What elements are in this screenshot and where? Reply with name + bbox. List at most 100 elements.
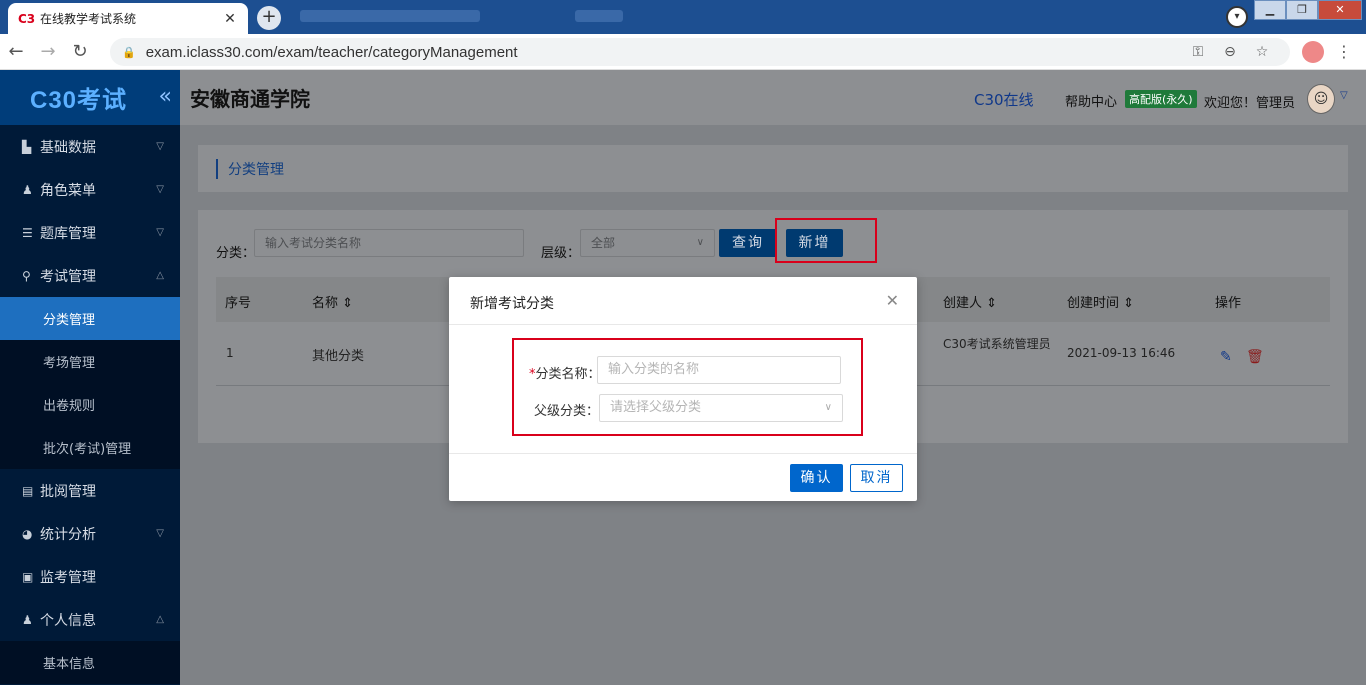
row-name: 其他分类 — [312, 349, 365, 364]
new-tab-button[interactable]: + — [257, 6, 281, 30]
blurred-tab[interactable] — [300, 10, 480, 22]
tab-close-icon[interactable]: ✕ — [222, 11, 238, 27]
chevron-down-icon: ▽ — [156, 528, 164, 539]
logo: C30考试 — [30, 87, 128, 114]
help-center-link[interactable]: 帮助中心 — [1065, 91, 1117, 110]
sidebar-item-question-bank[interactable]: ☰ 题库管理 ▽ — [0, 211, 180, 254]
parent-category-placeholder: 请选择父级分类 — [610, 400, 702, 415]
add-category-dialog: 新增考试分类 ✕ *分类名称： 输入分类的名称 父级分类： 请选择父级分类 ∨ … — [449, 277, 917, 501]
row-creator: C30考试系统管理员 — [943, 337, 1051, 351]
sidebar-item-label: 批阅管理 — [40, 483, 96, 500]
column-header-label: 名称 — [312, 296, 339, 311]
key-icon[interactable]: ⚿ — [1182, 44, 1214, 60]
person-icon: ♟ — [22, 612, 33, 627]
sidebar-item-personal-info[interactable]: ♟ 个人信息 △ — [0, 598, 180, 641]
minimize-button[interactable]: ▁ — [1254, 0, 1286, 20]
school-name: 安徽商通学院 — [190, 87, 310, 111]
sidebar-item-category-management[interactable]: 分类管理 — [0, 297, 180, 340]
top-header: 安徽商通学院 C30在线 帮助中心 高配版(永久) 欢迎您！管理员 ☺ ▽ — [180, 70, 1366, 125]
sidebar-item-label: 角色菜单 — [40, 182, 96, 199]
sidebar-item-label: 考试管理 — [40, 268, 96, 285]
sidebar-item-label: 基础数据 — [40, 139, 96, 156]
column-header-label: 创建时间 — [1067, 296, 1120, 311]
chevron-down-icon[interactable]: ▽ — [1340, 90, 1348, 101]
pin-icon: ⚲ — [22, 268, 31, 283]
column-header-label: 创建人 — [943, 296, 983, 311]
sidebar-item-exam-room[interactable]: 考场管理 — [0, 340, 180, 383]
sidebar-item-batch-management[interactable]: 批次(考试)管理 — [0, 426, 180, 469]
chevron-down-icon: ▽ — [156, 184, 164, 195]
chevron-down-icon: ▽ — [156, 141, 164, 152]
confirm-button[interactable]: 确认 — [790, 464, 843, 492]
sidebar-item-label: 个人信息 — [40, 612, 96, 629]
window-controls: ▁ ❐ ✕ — [1254, 0, 1362, 20]
sidebar-item-basic-data[interactable]: ▙ 基础数据 ▽ — [0, 125, 180, 168]
restore-button[interactable]: ❐ — [1286, 0, 1318, 20]
url-text[interactable]: exam.iclass30.com/exam/teacher/categoryM… — [146, 44, 1182, 61]
lock-icon: 🔒 — [122, 45, 136, 59]
category-name-label-text: 分类名称： — [535, 367, 601, 382]
address-bar[interactable]: 🔒 exam.iclass30.com/exam/teacher/categor… — [110, 38, 1290, 66]
chevron-down-icon: ∨ — [824, 402, 832, 413]
category-search-input[interactable]: 输入考试分类名称 — [254, 229, 524, 257]
sidebar-item-label: 题库管理 — [40, 225, 96, 242]
sidebar-item-proctoring[interactable]: ▣ 监考管理 — [0, 555, 180, 598]
star-icon[interactable]: ☆ — [1246, 44, 1278, 60]
sidebar-item-paper-rules[interactable]: 出卷规则 — [0, 383, 180, 426]
tab-title: 在线教学考试系统 — [40, 12, 137, 26]
category-name-input[interactable]: 输入分类的名称 — [597, 356, 841, 384]
column-header-created[interactable]: 创建时间 ⇕ — [1067, 292, 1134, 311]
browser-toolbar: ← → ↻ 🔒 exam.iclass30.com/exam/teacher/c… — [0, 34, 1366, 70]
cancel-button[interactable]: 取消 — [850, 464, 903, 492]
pie-icon: ◕ — [22, 526, 33, 541]
monitor-icon: ▣ — [22, 569, 34, 584]
browser-tab[interactable]: C3 在线教学考试系统 ✕ — [8, 3, 248, 34]
sidebar-item-marking[interactable]: ▤ 批阅管理 — [0, 469, 180, 512]
query-button[interactable]: 查询 — [719, 229, 777, 257]
level-select-value: 全部 — [591, 236, 616, 250]
exam-submenu: 分类管理 考场管理 出卷规则 批次(考试)管理 — [0, 297, 180, 469]
category-filter-label: 分类： — [216, 246, 256, 261]
c30-online-link[interactable]: C30在线 — [974, 89, 1034, 110]
parent-category-select[interactable]: 请选择父级分类 ∨ — [599, 394, 843, 422]
user-avatar-icon[interactable]: ☺ — [1307, 84, 1335, 114]
parent-category-label: 父级分类： — [534, 404, 600, 419]
column-header-actions: 操作 — [1215, 296, 1242, 311]
close-icon[interactable]: ✕ — [886, 291, 899, 310]
sidebar-item-exam-management[interactable]: ⚲ 考试管理 △ — [0, 254, 180, 297]
sidebar-item-statistics[interactable]: ◕ 统计分析 ▽ — [0, 512, 180, 555]
blurred-tab[interactable] — [575, 10, 623, 22]
sidebar-item-basic-info[interactable]: 基本信息 — [0, 641, 180, 684]
sidebar: C30考试 « ▙ 基础数据 ▽ ♟ 角色菜单 ▽ ☰ 题库管理 ▽ ⚲ 考试管… — [0, 70, 180, 685]
chevron-up-icon: △ — [156, 614, 164, 625]
level-select[interactable]: 全部 ∨ — [580, 229, 715, 257]
sidebar-item-role-menu[interactable]: ♟ 角色菜单 ▽ — [0, 168, 180, 211]
forward-arrow-icon[interactable]: → — [32, 41, 64, 62]
dialog-header: 新增考试分类 ✕ — [449, 277, 917, 325]
category-name-label: *分类名称： — [529, 363, 601, 382]
column-header-name[interactable]: 名称 ⇕ — [312, 292, 353, 311]
highlight-box — [775, 218, 877, 263]
column-header-index: 序号 — [225, 296, 252, 311]
collapse-sidebar-icon[interactable]: « — [159, 84, 172, 109]
chevron-up-icon: △ — [156, 270, 164, 281]
delete-icon[interactable]: 🗑 — [1246, 349, 1264, 365]
profile-avatar-icon[interactable] — [1302, 41, 1324, 63]
personal-submenu: 基本信息 — [0, 641, 180, 684]
back-arrow-icon[interactable]: ← — [0, 41, 32, 62]
doc-icon: ▤ — [22, 483, 34, 498]
more-menu-icon[interactable]: ⋮ — [1336, 42, 1352, 61]
column-header-creator[interactable]: 创建人 ⇕ — [943, 292, 997, 311]
dialog-title: 新增考试分类 — [470, 296, 554, 312]
edition-badge: 高配版(永久) — [1125, 90, 1197, 108]
level-filter-label: 层级： — [541, 246, 581, 261]
close-window-button[interactable]: ✕ — [1318, 0, 1362, 20]
breadcrumb-card: 分类管理 — [198, 145, 1348, 192]
chevron-down-icon: ▽ — [156, 227, 164, 238]
brand-bar: C30考试 « — [0, 70, 180, 125]
browser-profile-icon[interactable]: ▾ — [1226, 6, 1248, 28]
sort-icon: ⇕ — [342, 296, 354, 311]
zoom-icon[interactable]: ⊖ — [1214, 44, 1246, 60]
edit-icon[interactable]: ✎ — [1220, 349, 1232, 365]
reload-icon[interactable]: ↻ — [64, 41, 96, 62]
